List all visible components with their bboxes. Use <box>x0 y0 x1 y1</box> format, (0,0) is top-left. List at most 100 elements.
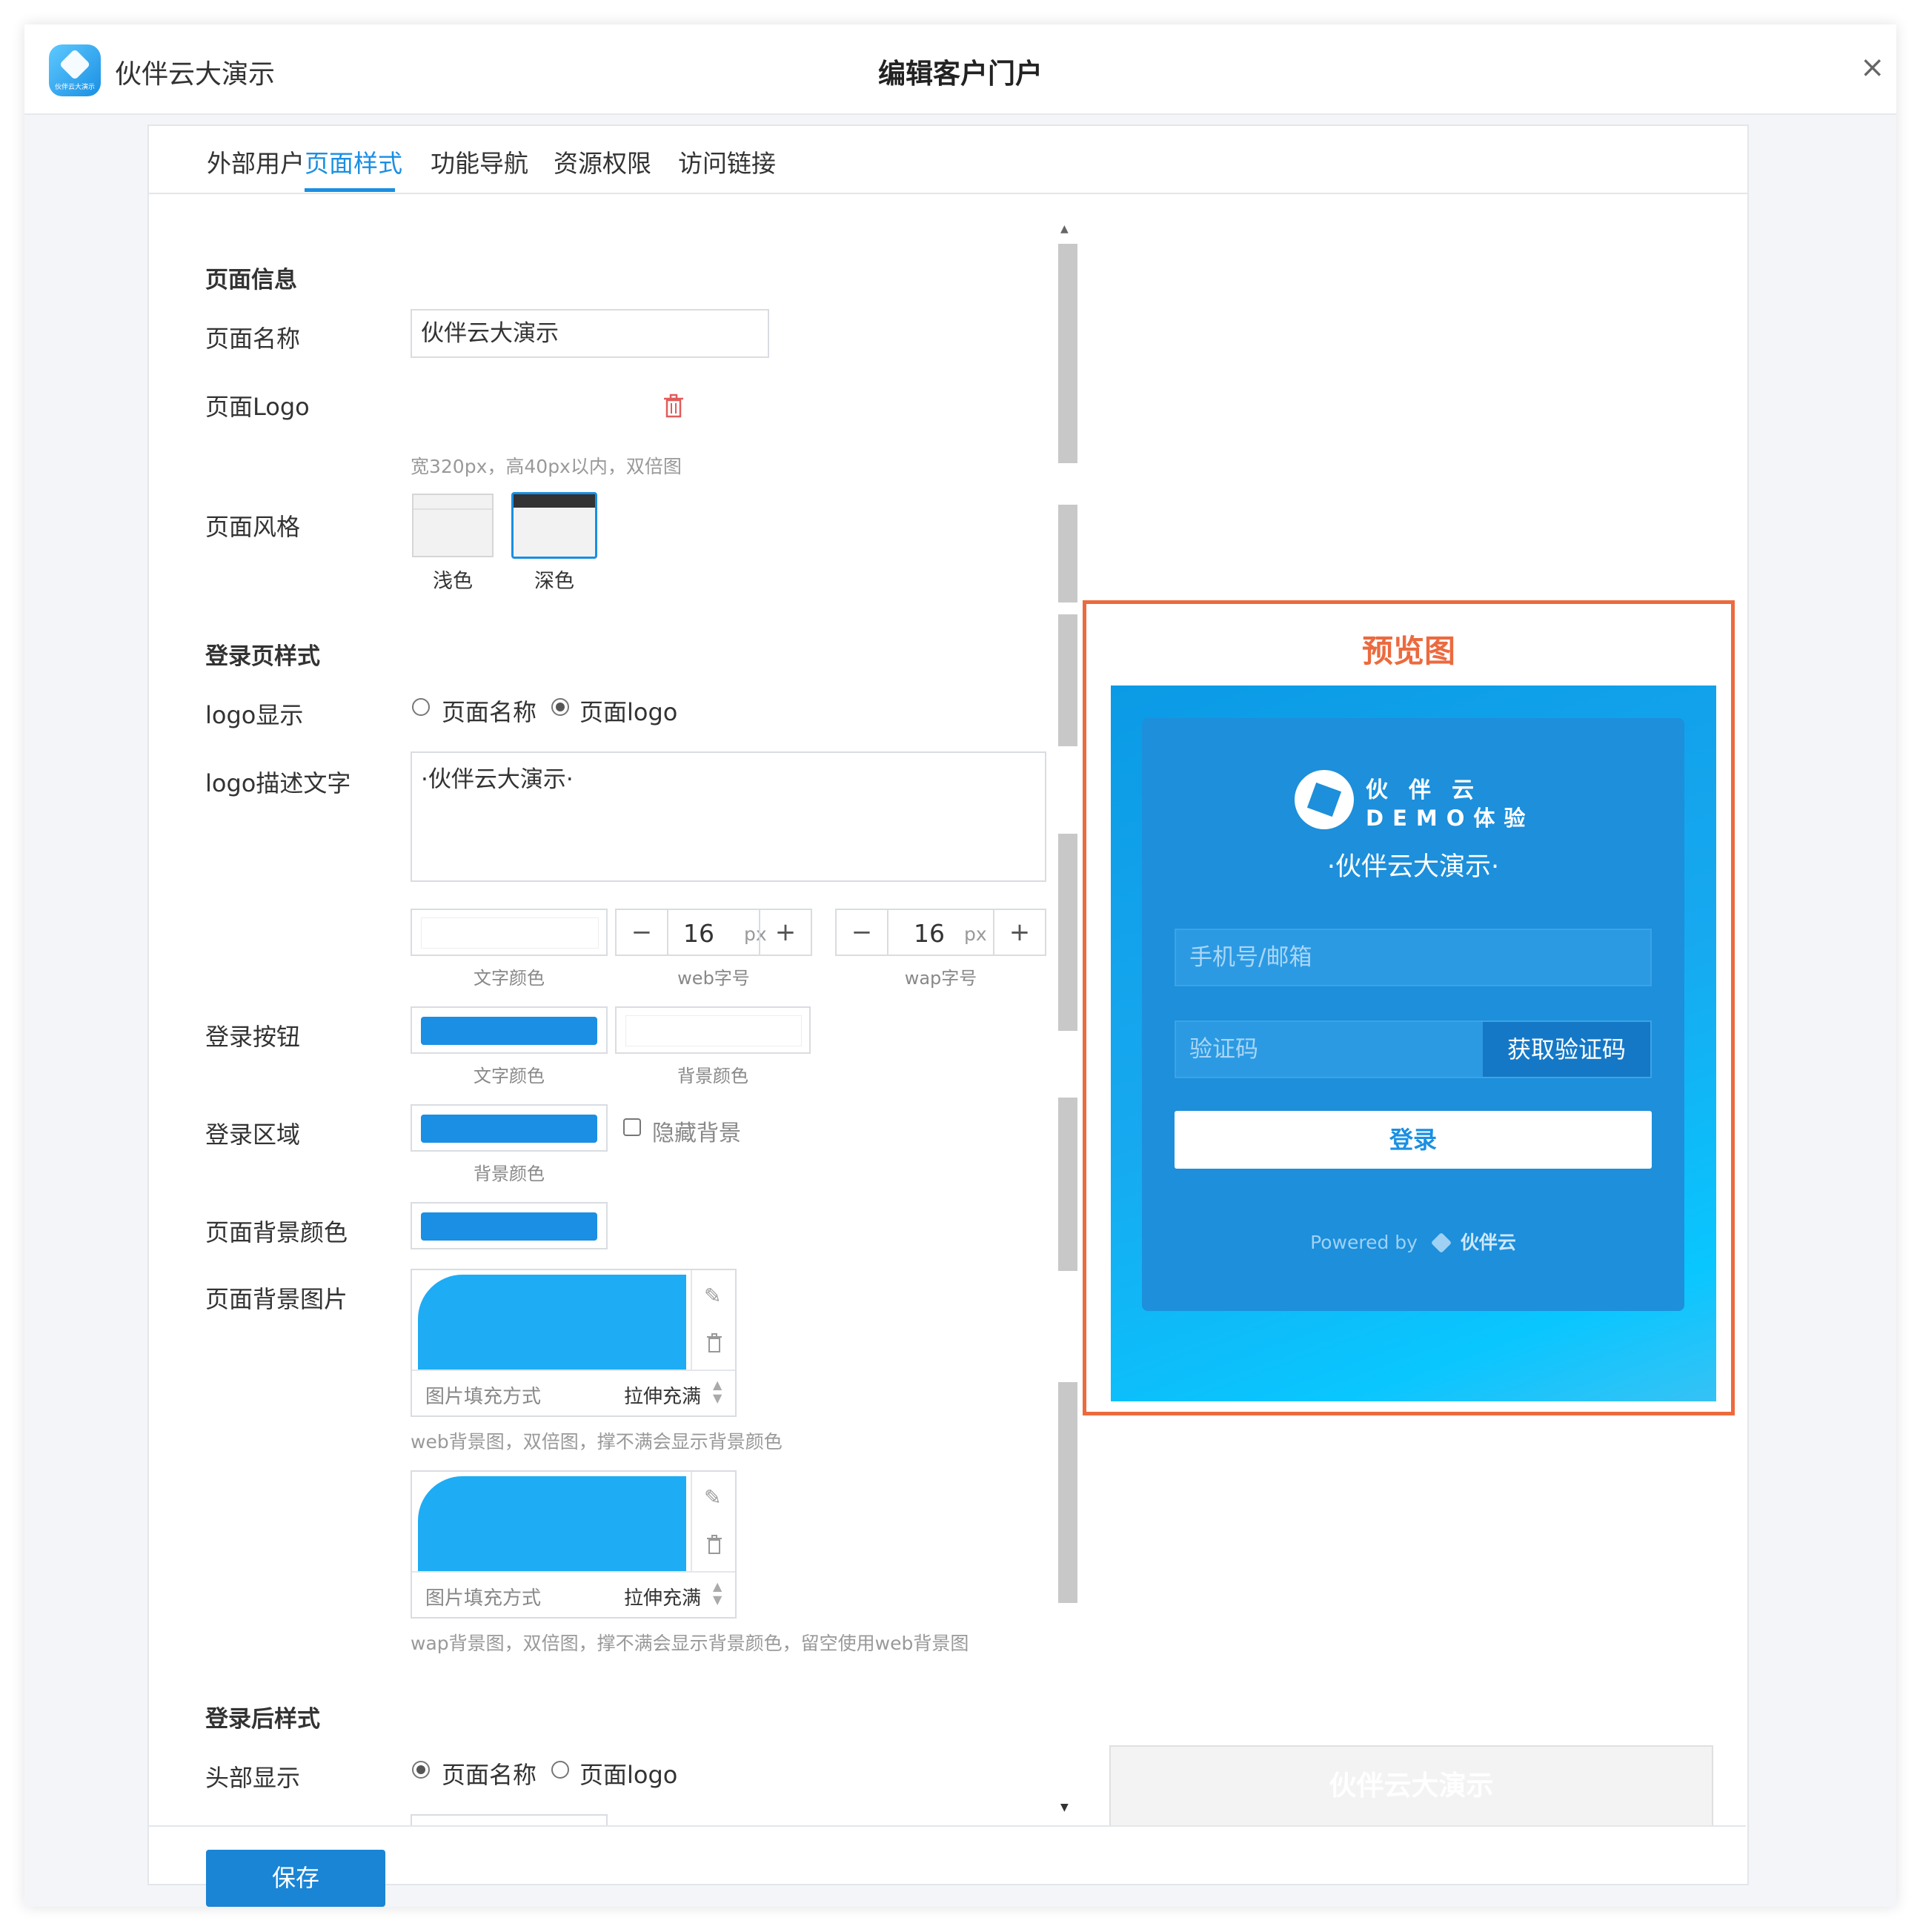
login-btn-text-color-picker[interactable] <box>411 1006 608 1054</box>
web-bg-hint: web背景图，双倍图，撑不满会显示背景颜色 <box>411 1431 783 1453</box>
header-display-logo-radio[interactable] <box>551 1761 569 1779</box>
web-bg-fill-value: 拉伸充满 <box>624 1386 702 1408</box>
logo-display-label: logo显示 <box>205 701 304 729</box>
wap-size-unit: px <box>964 923 987 945</box>
wap-bg-fill-select[interactable]: 图片填充方式 拉伸充满 ▲ ▼ <box>412 1571 735 1619</box>
tab-function-nav[interactable]: 功能导航 <box>431 144 528 179</box>
wap-size-cap: wap字号 <box>904 968 977 989</box>
brand-logo-icon <box>1295 770 1354 829</box>
logo-desc-textarea[interactable]: ·伙伴云大演示· <box>411 751 1046 882</box>
select-arrows-icon: ▲ ▼ <box>713 1579 723 1607</box>
login-btn-bg-color-picker[interactable] <box>615 1006 811 1054</box>
footer-divider <box>147 1825 1746 1827</box>
preview-desc: ·伙伴云大演示· <box>1326 852 1500 882</box>
logo-desc-label: logo描述文字 <box>205 769 351 797</box>
web-bg-fill-label: 图片填充方式 <box>425 1386 542 1408</box>
wap-bg-image-thumbnail <box>418 1476 686 1571</box>
preview-powered-by: Powered by 伙伴云 <box>1142 1228 1684 1255</box>
tab-page-style[interactable]: 页面样式 <box>305 144 402 179</box>
scrollbar-segment[interactable] <box>1058 614 1077 746</box>
delete-trash-icon[interactable] <box>705 1534 723 1555</box>
wap-font-size-stepper[interactable]: − 16 px + <box>835 909 1046 956</box>
wap-bg-fill-value: 拉伸充满 <box>624 1587 702 1610</box>
logo-display-name-radio[interactable] <box>412 698 430 716</box>
powered-by-brand: 伙伴云 <box>1460 1232 1516 1253</box>
login-btn-bg-color-swatch <box>625 1015 802 1046</box>
dark-header-bar <box>514 494 595 508</box>
section-login-style: 登录页样式 <box>205 643 320 670</box>
powered-diamond-icon <box>1430 1232 1452 1254</box>
scrollbar-segment[interactable] <box>1058 1382 1077 1603</box>
desc-text-color-picker[interactable] <box>411 909 608 956</box>
save-button[interactable]: 保存 <box>206 1850 385 1907</box>
page-logo-label: 页面Logo <box>205 393 310 421</box>
preview-title: 预览图 <box>1361 633 1455 669</box>
style-light-option[interactable] <box>412 494 494 557</box>
web-size-cap: web字号 <box>677 968 750 989</box>
web-size-value: 16 <box>683 919 714 948</box>
style-dark-option[interactable] <box>511 492 597 559</box>
scrollbar-segment[interactable] <box>1058 244 1077 463</box>
web-bg-image-uploader[interactable]: ✎ 图片填充方式 拉伸充满 ▲ ▼ <box>411 1269 737 1417</box>
preview-get-code-button[interactable]: 获取验证码 <box>1483 1022 1650 1077</box>
scrollbar-segment[interactable] <box>1058 834 1077 1031</box>
wap-size-minus-button[interactable]: − <box>837 910 888 955</box>
preview-phone-input[interactable]: 手机号/邮箱 <box>1175 929 1652 986</box>
scrollbar-segment[interactable] <box>1058 505 1077 602</box>
login-area-bg-color-picker[interactable] <box>411 1104 608 1152</box>
preview-login-background: 伙伴云 DEMO体验 ·伙伴云大演示· 手机号/邮箱 验证码 获取验证码 登录 … <box>1111 686 1716 1401</box>
powered-by-text: Powered by <box>1310 1232 1418 1253</box>
logo-display-logo-label: 页面logo <box>579 698 678 726</box>
edit-pencil-icon[interactable]: ✎ <box>704 1284 721 1308</box>
hide-bg-checkbox[interactable] <box>623 1118 641 1136</box>
preview-login-button[interactable]: 登录 <box>1175 1111 1652 1169</box>
login-btn-bg-color-cap: 背景颜色 <box>677 1066 748 1086</box>
web-bg-fill-select[interactable]: 图片填充方式 拉伸充满 ▲ ▼ <box>412 1370 735 1417</box>
wap-bg-image-uploader[interactable]: ✎ 图片填充方式 拉伸充满 ▲ ▼ <box>411 1470 737 1619</box>
login-btn-text-color-cap: 文字颜色 <box>474 1066 545 1086</box>
logo-size-hint: 宽320px，高40px以内，双倍图 <box>411 456 682 477</box>
select-arrows-icon: ▲ ▼ <box>713 1378 723 1405</box>
close-icon[interactable]: × <box>1860 53 1885 82</box>
web-size-plus-button[interactable]: + <box>759 910 811 955</box>
after-login-color-picker-partial[interactable] <box>411 1814 608 1826</box>
preview-code-input[interactable]: 验证码 获取验证码 <box>1175 1020 1652 1078</box>
logo-display-logo-radio[interactable] <box>551 698 569 716</box>
after-login-preview-title: 伙伴云大演示 <box>1329 1770 1494 1802</box>
header-display-logo-label: 页面logo <box>579 1761 678 1789</box>
login-area-label: 登录区域 <box>205 1121 301 1149</box>
wap-size-plus-button[interactable]: + <box>993 910 1045 955</box>
dialog-header: 伙伴云大演示 伙伴云大演示 编辑客户门户 × <box>24 24 1896 115</box>
page-name-label: 页面名称 <box>205 325 301 353</box>
preview-login-card: 伙伴云 DEMO体验 ·伙伴云大演示· 手机号/邮箱 验证码 获取验证码 登录 … <box>1142 718 1684 1311</box>
login-btn-text-color-swatch <box>421 1017 597 1045</box>
scroll-down-icon[interactable]: ▼ <box>1060 1802 1069 1813</box>
dialog-title: 编辑客户门户 <box>878 58 1043 90</box>
after-login-preview: 伙伴云大演示 <box>1109 1745 1713 1827</box>
delete-trash-icon[interactable] <box>705 1332 723 1353</box>
web-font-size-stepper[interactable]: − 16 px + <box>615 909 812 956</box>
delete-logo-icon[interactable] <box>662 393 685 419</box>
web-size-minus-button[interactable]: − <box>617 910 668 955</box>
header-display-name-radio[interactable] <box>412 1761 430 1779</box>
content-scrollbar[interactable]: ▲ ▼ <box>1056 217 1078 1818</box>
light-header-line <box>413 508 492 510</box>
tab-resource-permission[interactable]: 资源权限 <box>554 144 651 179</box>
tab-external-users[interactable]: 外部用户 <box>207 144 305 179</box>
scroll-up-icon[interactable]: ▲ <box>1060 223 1069 235</box>
header-display-name-label: 页面名称 <box>442 1761 537 1789</box>
tab-access-link[interactable]: 访问链接 <box>678 144 776 179</box>
desc-text-color-cap: 文字颜色 <box>474 968 545 989</box>
section-page-info: 页面信息 <box>205 267 297 293</box>
desc-text-color-swatch <box>421 917 599 949</box>
wap-bg-image-actions: ✎ <box>691 1472 737 1571</box>
page-name-input[interactable]: 伙伴云大演示 <box>411 309 769 358</box>
page-bg-color-picker[interactable] <box>411 1202 608 1249</box>
web-bg-image-thumbnail <box>418 1275 686 1370</box>
style-dark-label: 深色 <box>534 570 574 593</box>
preview-code-placeholder: 验证码 <box>1189 1036 1258 1063</box>
scrollbar-segment[interactable] <box>1058 1098 1077 1271</box>
edit-pencil-icon[interactable]: ✎ <box>704 1485 721 1510</box>
page-style-label: 页面风格 <box>205 513 301 541</box>
active-tab-indicator <box>305 188 395 192</box>
